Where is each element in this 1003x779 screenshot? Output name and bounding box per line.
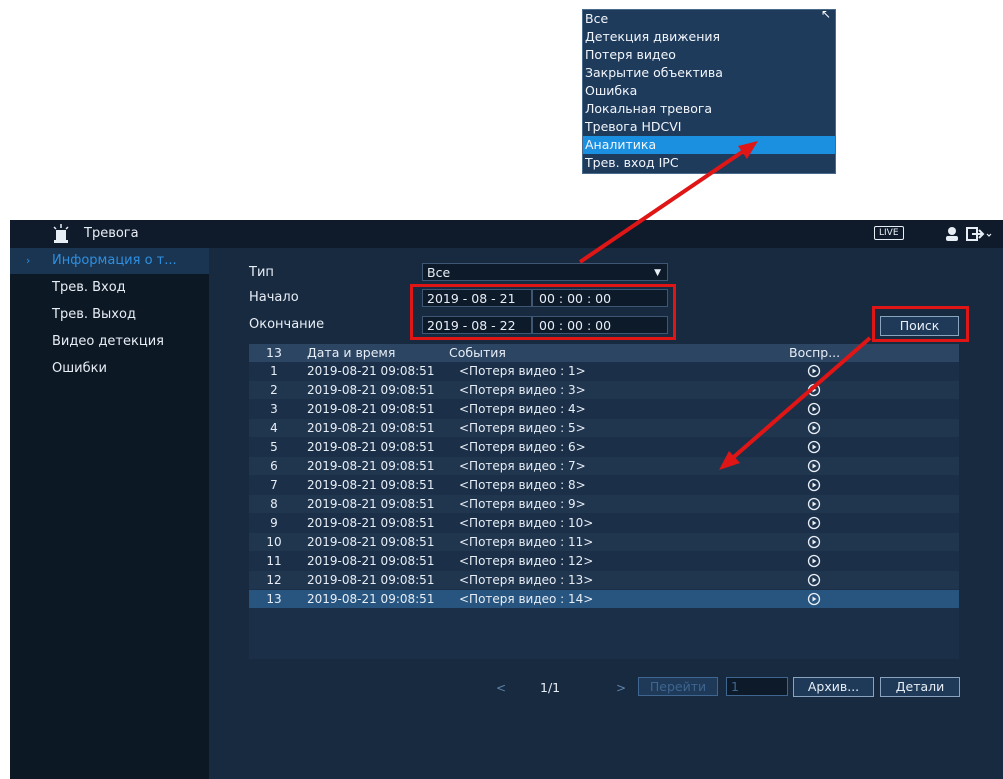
arrow-head-dropdown [738,141,758,159]
arrow-to-dropdown [578,146,750,264]
arrow-to-table [726,336,872,464]
annotation-arrows [578,141,872,470]
